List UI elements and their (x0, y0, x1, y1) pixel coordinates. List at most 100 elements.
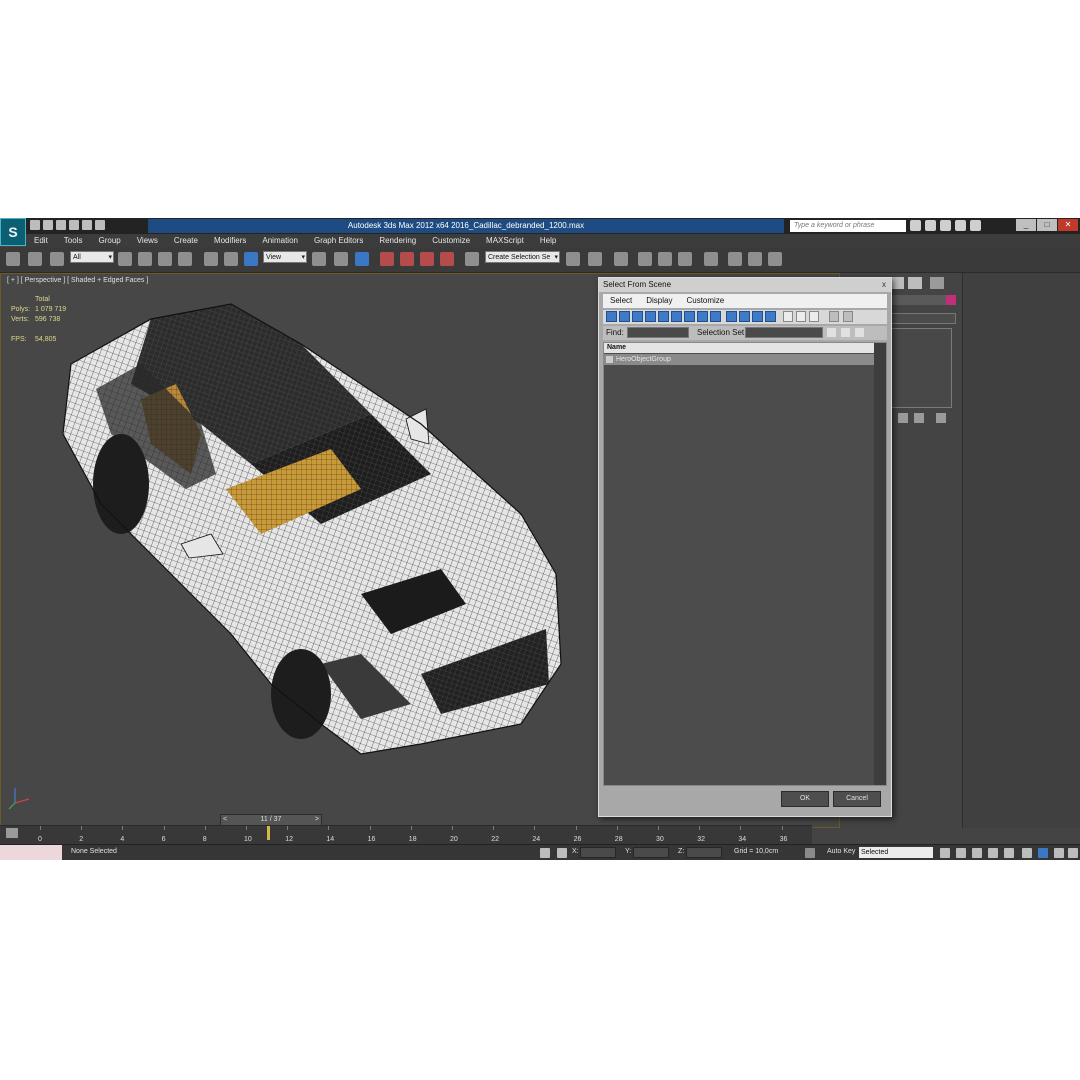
display-space-warps-icon[interactable] (671, 311, 682, 322)
spinner-snap-icon[interactable] (440, 252, 454, 266)
track-bar[interactable]: 0 2 4 6 8 10 12 14 16 18 20 22 24 26 28 30 32 34 36 (0, 825, 812, 844)
maximize-button[interactable]: □ (1037, 219, 1057, 231)
utilities-panel-icon[interactable] (908, 277, 922, 289)
curve-editor-icon[interactable] (658, 252, 672, 266)
configure-modifier-sets-icon[interactable] (936, 413, 946, 423)
display-all-icon[interactable] (765, 311, 776, 322)
cancel-button[interactable]: Cancel (833, 791, 881, 807)
menu-graph-editors[interactable]: Graph Editors (306, 234, 371, 247)
select-invert-icon[interactable] (809, 311, 819, 322)
sort-icon[interactable] (843, 311, 853, 322)
y-coordinate-field[interactable] (633, 847, 669, 858)
list-item[interactable]: HeroObjectGroup (604, 354, 874, 365)
tools-icon[interactable] (955, 220, 966, 231)
maxscript-listener[interactable] (0, 845, 62, 860)
dialog-menu-customize[interactable]: Customize (679, 294, 731, 308)
menu-edit[interactable]: Edit (26, 234, 56, 247)
rendered-frame-window-icon[interactable] (748, 252, 762, 266)
auto-key-label[interactable]: Auto Key (827, 848, 855, 855)
minimize-button[interactable]: _ (1016, 219, 1036, 231)
bind-space-warp-icon[interactable] (50, 252, 64, 266)
object-name-field[interactable] (890, 295, 946, 305)
find-input[interactable] (627, 327, 689, 338)
display-hidden-icon[interactable] (752, 311, 763, 322)
modifier-stack[interactable] (890, 328, 952, 408)
time-slider-prev[interactable]: < (223, 815, 227, 825)
window-crossing-icon[interactable] (178, 252, 192, 266)
help-icon[interactable] (970, 220, 981, 231)
select-by-name-icon[interactable] (138, 252, 152, 266)
app-logo-icon[interactable]: S (0, 218, 26, 246)
edit-named-selection-icon[interactable] (465, 252, 479, 266)
menu-group[interactable]: Group (90, 234, 128, 247)
align-icon[interactable] (588, 252, 602, 266)
display-containers-icon[interactable] (726, 311, 737, 322)
pan-view-icon[interactable] (1054, 848, 1064, 858)
snaps-toggle-icon[interactable] (380, 252, 394, 266)
display-panel-icon[interactable] (890, 277, 904, 289)
zoom-extents-icon[interactable] (1038, 848, 1048, 858)
menu-customize[interactable]: Customize (424, 234, 478, 247)
play-icon[interactable] (972, 848, 982, 858)
selection-set-dropdown[interactable] (745, 327, 823, 338)
display-bones-icon[interactable] (710, 311, 721, 322)
menu-tools[interactable]: Tools (56, 234, 91, 247)
list-scrollbar[interactable] (874, 343, 886, 785)
graphite-ribbon-icon[interactable] (638, 252, 652, 266)
menu-maxscript[interactable]: MAXScript (478, 234, 532, 247)
menu-help[interactable]: Help (532, 234, 564, 247)
select-none-icon[interactable] (796, 311, 806, 322)
add-to-selection-set-icon[interactable] (841, 328, 850, 337)
x-coordinate-field[interactable] (580, 847, 616, 858)
percent-snap-icon[interactable] (420, 252, 434, 266)
schematic-view-icon[interactable] (678, 252, 692, 266)
modifier-list-dropdown[interactable] (890, 313, 956, 324)
menu-views[interactable]: Views (129, 234, 166, 247)
hammer-icon[interactable] (930, 277, 944, 289)
render-setup-icon[interactable] (728, 252, 742, 266)
menu-modifiers[interactable]: Modifiers (206, 234, 254, 247)
material-editor-icon[interactable] (704, 252, 718, 266)
display-shapes-icon[interactable] (619, 311, 630, 322)
save-file-icon[interactable] (56, 220, 66, 230)
unlink-icon[interactable] (28, 252, 42, 266)
viewport-label[interactable]: [ + ] [ Perspective ] [ Shaded + Edged F… (7, 277, 148, 284)
star-icon[interactable] (940, 220, 951, 231)
keyboard-shortcut-override-icon[interactable] (355, 252, 369, 266)
absolute-mode-icon[interactable] (557, 848, 567, 858)
remove-from-selection-set-icon[interactable] (855, 328, 864, 337)
menu-rendering[interactable]: Rendering (371, 234, 424, 247)
display-xrefs-icon[interactable] (697, 311, 708, 322)
display-frozen-icon[interactable] (739, 311, 750, 322)
pivot-center-icon[interactable] (312, 252, 326, 266)
display-geometry-icon[interactable] (606, 311, 617, 322)
display-lights-icon[interactable] (632, 311, 643, 322)
project-folder-icon[interactable] (95, 220, 105, 230)
go-to-start-icon[interactable] (940, 848, 950, 858)
key-filter-dropdown[interactable]: Selected (859, 847, 933, 858)
mini-curve-editor-icon[interactable] (6, 828, 18, 838)
dialog-menu-display[interactable]: Display (639, 294, 679, 308)
close-button[interactable]: ✕ (1058, 219, 1078, 231)
name-column-header[interactable]: Name (604, 343, 874, 353)
time-slider-next[interactable]: > (315, 815, 319, 825)
new-file-icon[interactable] (30, 220, 40, 230)
reference-coordinate-dropdown[interactable]: View (263, 251, 307, 264)
next-frame-icon[interactable] (988, 848, 998, 858)
render-production-icon[interactable] (768, 252, 782, 266)
timeline-playhead[interactable] (266, 826, 270, 840)
select-and-link-icon[interactable] (6, 252, 20, 266)
layer-manager-icon[interactable] (614, 252, 628, 266)
selection-filter-dropdown[interactable]: All (70, 251, 114, 264)
select-object-icon[interactable] (118, 252, 132, 266)
angle-snap-icon[interactable] (400, 252, 414, 266)
pin-stack-icon[interactable] (898, 413, 908, 423)
menu-create[interactable]: Create (166, 234, 206, 247)
z-coordinate-field[interactable] (686, 847, 722, 858)
go-to-end-icon[interactable] (1004, 848, 1014, 858)
maximize-viewport-icon[interactable] (1068, 848, 1078, 858)
previous-frame-icon[interactable] (956, 848, 966, 858)
zoom-icon[interactable] (1022, 848, 1032, 858)
redo-icon[interactable] (82, 220, 92, 230)
ok-button[interactable]: OK (781, 791, 829, 807)
